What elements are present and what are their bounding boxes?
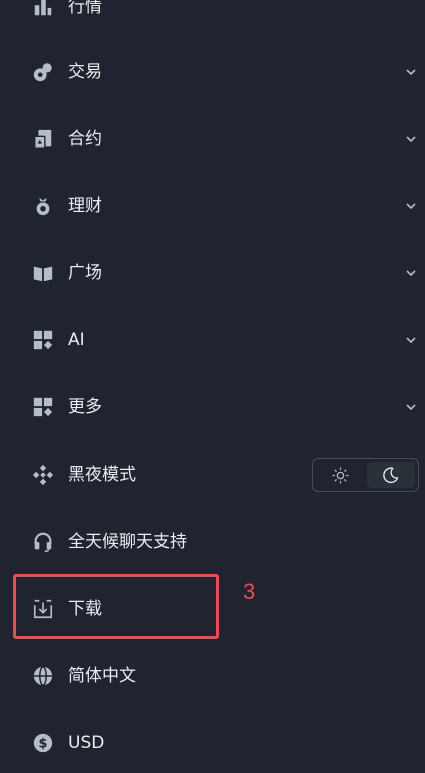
- grid-sparkle-icon: [31, 395, 55, 419]
- dark-mode-option[interactable]: [366, 462, 415, 488]
- menu-item-earn[interactable]: 理财: [0, 186, 425, 226]
- piggy-bank-icon: [31, 194, 55, 218]
- menu-item-label: 行情: [68, 0, 102, 17]
- menu-item-label: 下载: [68, 599, 102, 619]
- chevron-down-icon[interactable]: [405, 66, 417, 78]
- chevron-down-icon[interactable]: [405, 133, 417, 145]
- download-icon: [31, 597, 55, 621]
- chevron-down-icon[interactable]: [405, 334, 417, 346]
- menu-item-label: 更多: [68, 397, 102, 417]
- svg-text:$: $: [39, 737, 48, 752]
- sun-icon: [332, 467, 349, 483]
- menu-item-label: USD: [68, 733, 105, 753]
- theme-toggle: [312, 458, 419, 492]
- menu-item-label: 理财: [68, 196, 102, 216]
- menu-item-label: 交易: [68, 62, 102, 82]
- grid-sparkle-icon: [31, 328, 55, 352]
- menu-item-more[interactable]: 更多: [0, 387, 425, 427]
- chevron-down-icon[interactable]: [405, 267, 417, 279]
- menu-item-market[interactable]: 行情: [0, 0, 425, 27]
- menu-item-ai[interactable]: AI: [0, 320, 425, 360]
- dollar-icon: $: [31, 731, 55, 755]
- annotation-number: 3: [243, 579, 256, 604]
- menu-item-label: 黑夜模式: [68, 465, 136, 485]
- moon-icon: [383, 466, 399, 483]
- chevron-down-icon[interactable]: [405, 200, 417, 212]
- headset-icon: [31, 530, 55, 554]
- menu-item-label: 广场: [68, 263, 102, 283]
- menu-item-label: AI: [68, 330, 85, 350]
- chevron-down-icon[interactable]: [405, 401, 417, 413]
- menu-item-support[interactable]: 全天候聊天支持: [0, 522, 425, 562]
- bar-chart-icon: [31, 0, 55, 19]
- menu-item-language[interactable]: 简体中文: [0, 656, 425, 696]
- menu-item-futures[interactable]: 合约: [0, 119, 425, 159]
- menu-item-label: 全天候聊天支持: [68, 532, 187, 552]
- menu-item-download[interactable]: 下载: [0, 589, 425, 629]
- globe-icon: [31, 664, 55, 688]
- menu-item-currency[interactable]: $ USD: [0, 723, 425, 763]
- menu-item-label: 合约: [68, 129, 102, 149]
- light-mode-option[interactable]: [316, 462, 365, 488]
- coins-icon: [31, 60, 55, 84]
- book-icon: [31, 261, 55, 285]
- menu-item-label: 简体中文: [68, 666, 136, 686]
- menu-item-trade[interactable]: 交易: [0, 52, 425, 92]
- contract-icon: [31, 127, 55, 151]
- binance-logo-icon: [31, 463, 55, 487]
- menu-item-dark-mode: 黑夜模式: [0, 455, 425, 495]
- menu-item-square[interactable]: 广场: [0, 253, 425, 293]
